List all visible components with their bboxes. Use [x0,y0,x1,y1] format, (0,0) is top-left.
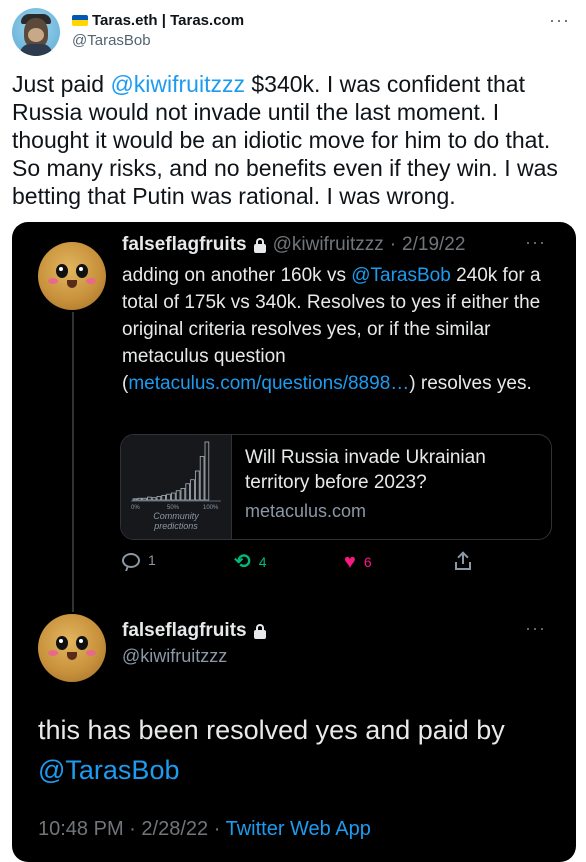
reply-name-row: falseflagfruits [122,620,267,642]
card-thumbnail: 0% 50% 100% Community predictions [121,435,232,539]
reply-icon [122,552,140,568]
thumbnail-caption-line: Community [153,511,199,521]
author-name-row[interactable]: Taras.eth | Taras.com [72,10,244,30]
avatar-face [28,28,44,42]
histogram-bar [132,498,138,501]
ukraine-flag-icon [72,14,88,26]
quoted-text-part: ) resolves yes. [409,373,532,394]
reply-text-part: this has been resolved yes and paid by [38,715,505,745]
histogram-bar [146,496,152,501]
avatar-eye [76,264,88,278]
reply-author-avatar [38,614,106,682]
histogram-bar [166,493,171,501]
histogram-bar [137,497,142,501]
avatar-body [20,44,52,56]
mention-link[interactable]: @kiwifruitzzz [110,71,245,97]
author-avatar[interactable] [12,8,60,56]
like-count: 6 [363,554,372,570]
quoted-mention: @TarasBob [351,265,451,286]
author-display-name[interactable]: Taras.eth | Taras.com [92,12,244,29]
quoted-name-row: falseflagfruits @kiwifruitzzz · 2/19/22 [122,234,465,256]
tweet-header: Taras.eth | Taras.com @TarasBob ··· [12,8,574,58]
retweet-icon: ⟲ [234,551,251,573]
retweet-count: 4 [258,554,267,570]
avatar-cheek [48,278,58,284]
avatar-eye [56,636,68,650]
histogram-bar [190,479,195,501]
avatar-mouth [67,652,77,660]
histogram-bar [161,494,166,501]
action-bar: 1 ⟲ 4 ♥ 6 [122,551,562,576]
attached-screenshot[interactable]: falseflagfruits @kiwifruitzzz · 2/19/22 … [12,222,576,862]
tweet-text-part: Just paid [12,71,111,97]
avatar-eye [76,636,88,650]
meta-separator: · [213,818,221,840]
histogram-bar [180,488,186,501]
histogram-bar [185,483,191,501]
avatar-cheek [86,650,96,656]
reply-count: 1 [148,552,156,568]
avatar-eye [56,264,68,278]
quoted-author-handle: @kiwifruitzzz [272,234,384,255]
card-title: Will Russia invade Ukrainian territory b… [245,447,486,493]
more-options-icon[interactable]: ··· [549,10,570,31]
histogram-bar [142,497,147,501]
share-action [454,551,472,572]
quoted-date: 2/19/22 [402,234,466,255]
link-preview-card: 0% 50% 100% Community predictions Will R… [120,434,552,540]
avatar-cheek [48,650,58,656]
author-handle[interactable]: @TarasBob [72,32,151,49]
reply-meta: 10:48 PM · 2/28/22 · Twitter Web App [38,818,371,841]
quoted-author-avatar [38,242,106,310]
histogram-bar [175,490,181,501]
quoted-text-part: adding on another 160k vs [122,265,352,286]
histogram-bar [204,441,210,501]
reply-client: Twitter Web App [225,818,371,840]
quoted-tweet-text: adding on another 160k vs @TarasBob 240k… [122,262,562,397]
histogram-bar [171,492,176,501]
heart-icon: ♥ [344,551,356,573]
reply-mention: @TarasBob [38,755,180,785]
lock-icon [253,238,267,253]
avatar-cheek [86,278,96,284]
card-domain: metaculus.com [245,501,367,521]
thumbnail-caption-line: predictions [154,521,198,531]
reply-author-name: falseflagfruits [122,620,247,641]
share-icon [454,551,472,572]
histogram-bar [151,497,157,501]
thumbnail-caption: Community predictions [121,511,231,531]
lock-icon [253,624,267,639]
quoted-url: metaculus.com/questions/8898… [128,373,410,394]
reply-text: this has been resolved yes and paid by @… [38,710,558,790]
reply-date: 2/28/22 [141,818,209,840]
reply-time: 10:48 PM [38,818,124,840]
more-options-icon: ··· [525,618,546,638]
like-action: ♥ 6 [344,552,372,572]
retweet-action: ⟲ 4 [234,552,267,572]
tweet-text: Just paid @kiwifruitzzz $340k. I was con… [12,70,572,210]
avatar-mouth [67,280,77,288]
reply-action: 1 [122,552,156,568]
histogram-bar [156,496,162,501]
meta-separator: · [389,234,397,255]
histogram-bar [195,470,200,501]
meta-separator: · [129,818,136,840]
more-options-icon: ··· [525,232,546,252]
quoted-author-name: falseflagfruits [122,234,247,255]
thread-connector-line [72,312,74,612]
histogram-bar [199,456,205,501]
reply-author-handle: @kiwifruitzzz [122,646,228,666]
